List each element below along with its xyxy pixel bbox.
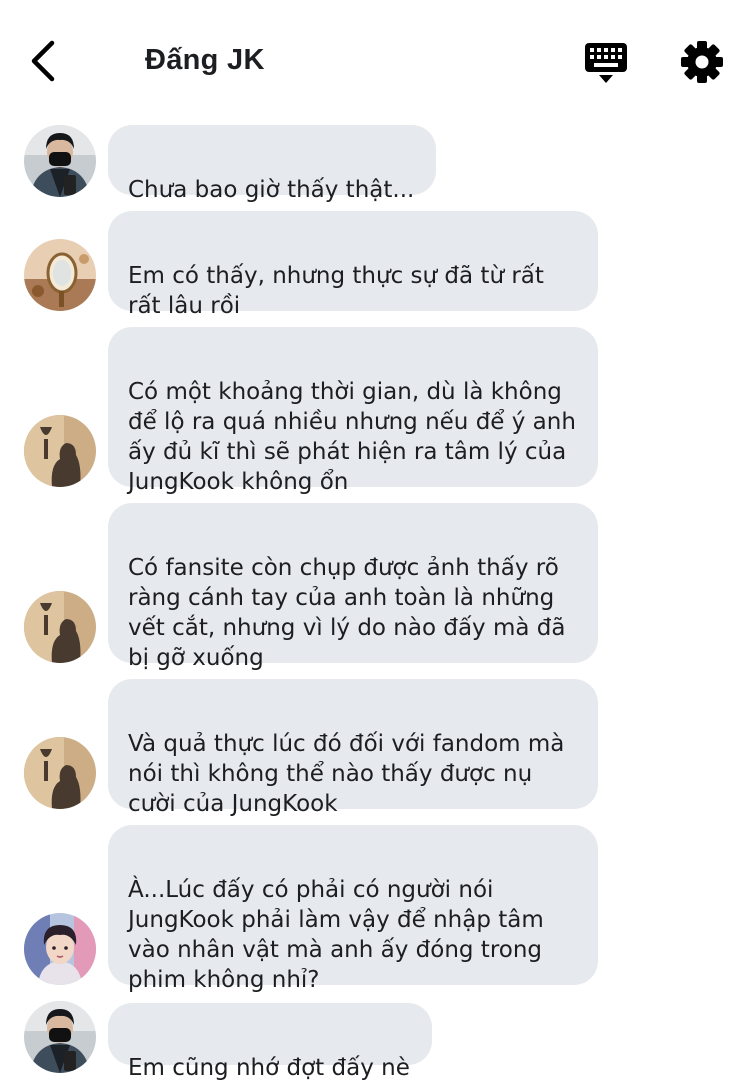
message-bubble[interactable]: Có fansite còn chụp được ảnh thấy rõ ràn… <box>108 503 598 671</box>
message-row: Có một khoảng thời gian, dù là không để … <box>0 327 750 495</box>
masked-boy-avatar <box>24 1001 96 1073</box>
avatar[interactable] <box>24 591 96 663</box>
avatar[interactable] <box>24 239 96 311</box>
message-row: Em có thấy, nhưng thực sự đã từ rất rất … <box>0 211 750 319</box>
message-row: À...Lúc đấy có phải có người nói JungKoo… <box>0 825 750 993</box>
message-list: Chưa bao giờ thấy thật... Em có thấy, nh… <box>0 0 750 1081</box>
avatar[interactable] <box>24 1001 96 1073</box>
portrait-avatar <box>24 913 96 985</box>
shadow-glass-avatar <box>24 591 96 663</box>
message-text: Có một khoảng thời gian, dù là không để … <box>128 379 576 495</box>
message-text: Và quả thực lúc đó đối với fandom mà nói… <box>128 731 565 817</box>
avatar[interactable] <box>24 125 96 197</box>
message-bubble[interactable]: Em cũng nhớ đợt đấy nè <box>108 1003 432 1081</box>
message-row: Chưa bao giờ thấy thật... <box>0 125 750 203</box>
message-text: À...Lúc đấy có phải có người nói JungKoo… <box>128 877 544 993</box>
message-text: Em có thấy, nhưng thực sự đã từ rất rất … <box>128 263 544 319</box>
message-bubble[interactable]: Có một khoảng thời gian, dù là không để … <box>108 327 598 495</box>
message-bubble[interactable]: Chưa bao giờ thấy thật... <box>108 125 436 203</box>
message-bubble[interactable]: Và quả thực lúc đó đối với fandom mà nói… <box>108 679 598 817</box>
message-bubble[interactable]: À...Lúc đấy có phải có người nói JungKoo… <box>108 825 598 993</box>
message-row: Em cũng nhớ đợt đấy nè <box>0 1001 750 1081</box>
avatar[interactable] <box>24 913 96 985</box>
avatar[interactable] <box>24 737 96 809</box>
message-text: Chưa bao giờ thấy thật... <box>128 177 415 203</box>
message-text: Em cũng nhớ đợt đấy nè <box>128 1055 410 1081</box>
message-row: Và quả thực lúc đó đối với fandom mà nói… <box>0 679 750 817</box>
avatar[interactable] <box>24 415 96 487</box>
masked-boy-avatar <box>24 125 96 197</box>
message-bubble[interactable]: Em có thấy, nhưng thực sự đã từ rất rất … <box>108 211 598 319</box>
shadow-glass-avatar <box>24 737 96 809</box>
mirror-avatar <box>24 239 96 311</box>
shadow-glass-avatar <box>24 415 96 487</box>
message-row: Có fansite còn chụp được ảnh thấy rõ ràn… <box>0 503 750 671</box>
message-text: Có fansite còn chụp được ảnh thấy rõ ràn… <box>128 555 566 671</box>
